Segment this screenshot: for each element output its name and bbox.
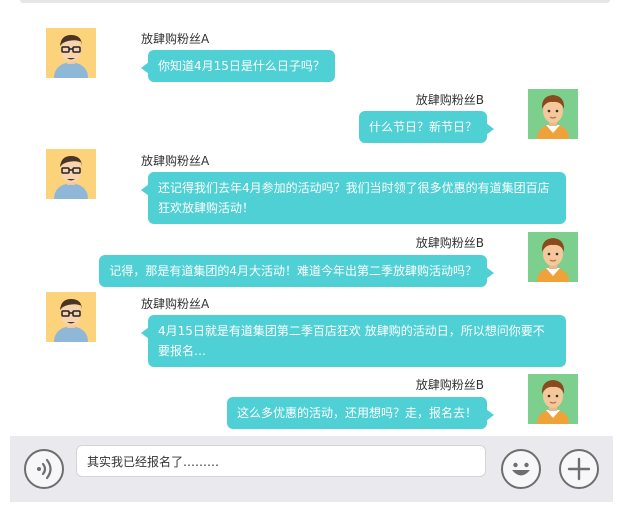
sender-name: 放肆购粉丝A xyxy=(141,297,210,311)
message-composer xyxy=(10,436,613,502)
add-button[interactable] xyxy=(559,449,599,489)
message-bubble: 4月15日就是有道集团第二季百店狂欢 放肆购的活动日，所以想问你要不要报名… xyxy=(141,315,566,367)
message-bubble: 什么节日？新节日？ xyxy=(358,111,495,143)
emoji-icon xyxy=(512,462,530,476)
top-divider xyxy=(20,0,610,3)
message-bubble: 你知道4月15日是什么日子吗？ xyxy=(141,50,335,82)
message-input[interactable] xyxy=(76,445,486,477)
message-bubble: 还记得我们去年4月参加的活动吗？我们当时领了很多优惠的有道集团百店狂欢放肆购活动… xyxy=(141,172,566,224)
avatar-fan-b[interactable] xyxy=(528,232,578,282)
message-bubble: 记得，那是有道集团的4月大活动！难道今年出第二季放肆购活动吗？ xyxy=(99,255,494,287)
emoji-button[interactable] xyxy=(501,449,541,489)
plus-icon xyxy=(567,457,591,481)
voice-button[interactable] xyxy=(24,449,64,489)
avatar-fan-a[interactable] xyxy=(46,28,96,78)
message-bubble: 这么多优惠的活动，还用想吗？走，报名去！ xyxy=(226,397,495,429)
avatar-fan-b[interactable] xyxy=(528,374,578,424)
avatar-fan-a[interactable] xyxy=(46,149,96,199)
avatar-fan-a[interactable] xyxy=(46,292,96,342)
sender-name: 放肆购粉丝A xyxy=(141,32,210,46)
voice-icon xyxy=(37,458,52,480)
sender-name: 放肆购粉丝A xyxy=(141,154,210,168)
sender-name: 放肆购粉丝B xyxy=(415,236,484,250)
sender-name: 放肆购粉丝B xyxy=(415,93,484,107)
avatar-fan-b[interactable] xyxy=(528,89,578,139)
sender-name: 放肆购粉丝B xyxy=(415,378,484,392)
